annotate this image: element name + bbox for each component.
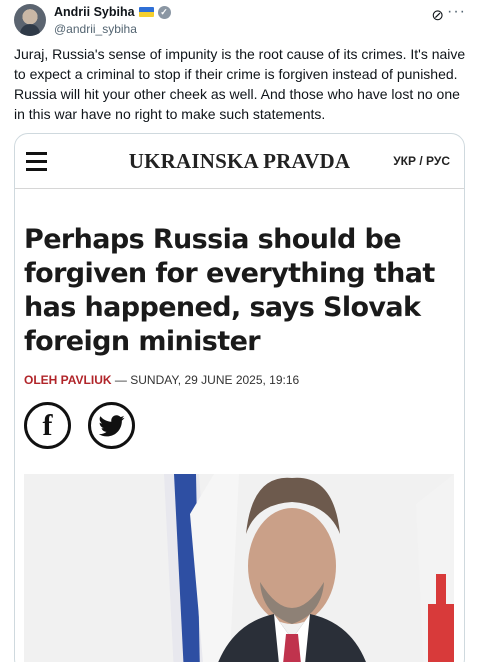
facebook-icon: f bbox=[24, 402, 71, 449]
author-row: Andrii Sybiha ✓ bbox=[54, 5, 171, 19]
author-handle[interactable]: @andrii_sybiha bbox=[54, 22, 137, 36]
language-switch: УКР / РУС bbox=[393, 154, 450, 168]
verified-badge-icon[interactable]: ✓ bbox=[157, 5, 171, 19]
media-attachment[interactable]: UKRAINSKA PRAVDA УКР / РУС Perhaps Russi… bbox=[14, 133, 465, 662]
more-icon[interactable]: ··· bbox=[447, 3, 466, 21]
ukraine-flag-icon bbox=[138, 7, 154, 17]
article-author: OLEH PAVLIUK bbox=[24, 373, 112, 387]
twitter-icon bbox=[88, 402, 135, 449]
article-date: — SUNDAY, 29 JUNE 2025, 19:16 bbox=[111, 373, 300, 387]
avatar[interactable] bbox=[14, 4, 46, 36]
author-name[interactable]: Andrii Sybiha bbox=[54, 5, 135, 19]
article-photo bbox=[24, 474, 454, 662]
tweet-header: Andrii Sybiha ✓ @andrii_sybiha ⊘ ··· bbox=[14, 3, 466, 40]
site-header: UKRAINSKA PRAVDA УКР / РУС bbox=[15, 134, 464, 189]
share-buttons: f bbox=[24, 402, 135, 449]
grok-icon[interactable]: ⊘ bbox=[431, 6, 444, 24]
article-headline: Perhaps Russia should be forgiven for ev… bbox=[24, 224, 435, 357]
tweet-text: Juraj, Russia's sense of impunity is the… bbox=[14, 46, 466, 122]
article-byline: OLEH PAVLIUK — SUNDAY, 29 JUNE 2025, 19:… bbox=[24, 373, 299, 387]
